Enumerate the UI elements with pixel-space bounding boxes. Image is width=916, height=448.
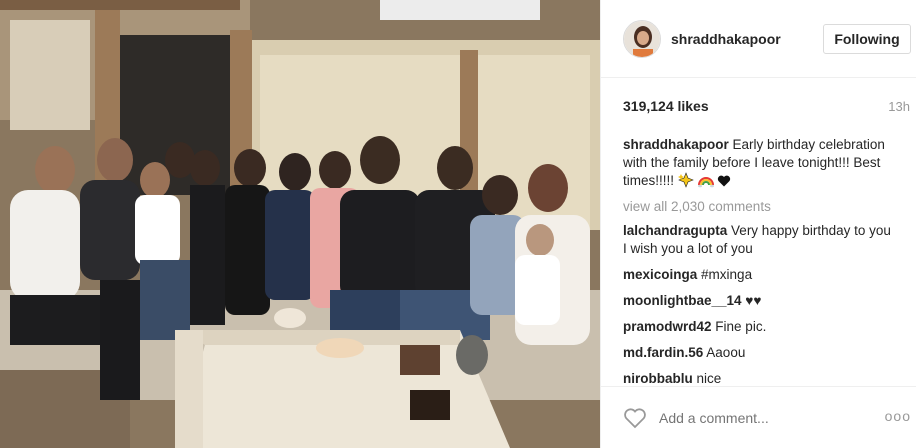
comment-username[interactable]: pramodwrd42 <box>623 319 712 334</box>
following-button[interactable]: Following <box>823 24 911 54</box>
likes-count[interactable]: 319,124 likes <box>623 98 709 114</box>
view-all-comments-link[interactable]: view all 2,030 comments <box>623 198 895 216</box>
comment-item: lalchandragupta Very happy birthday to y… <box>623 222 895 258</box>
comment-text: Fine pic. <box>715 319 767 334</box>
username-link[interactable]: shraddhakapoor <box>671 31 781 47</box>
comments-list: shraddhakapoor Early birthday celebratio… <box>623 136 895 396</box>
comment-username[interactable]: md.fardin.56 <box>623 345 703 360</box>
comment-text: ♥♥ <box>745 293 762 308</box>
sparkle-icon <box>677 172 694 188</box>
add-comment-input[interactable] <box>659 409 859 426</box>
comment-hashtag-link[interactable]: #mxinga <box>701 267 752 282</box>
add-comment-bar: ooo <box>601 386 916 448</box>
avatar[interactable] <box>623 19 661 58</box>
caption: shraddhakapoor Early birthday celebratio… <box>623 136 895 190</box>
comment-text: nice <box>696 371 722 386</box>
comment-username[interactable]: mexicoinga <box>623 267 697 282</box>
more-options-button[interactable]: ooo <box>885 408 911 424</box>
comment-username[interactable]: moonlightbae__14 <box>623 293 742 308</box>
post-header: shraddhakapoor Following <box>601 0 916 78</box>
like-heart-icon[interactable] <box>623 407 647 429</box>
comment-text: Aaoou <box>706 345 746 360</box>
comment-item: md.fardin.56 Aaoou <box>623 344 895 362</box>
post-sidebar: shraddhakapoor Following 319,124 likes 1… <box>600 0 916 448</box>
post-stats: 319,124 likes 13h <box>623 96 910 116</box>
instagram-post: shraddhakapoor Following 319,124 likes 1… <box>0 0 916 448</box>
black-heart-icon <box>718 175 731 187</box>
rainbow-icon <box>697 177 714 188</box>
comment-item: pramodwrd42 Fine pic. <box>623 318 895 336</box>
post-time[interactable]: 13h <box>888 99 910 114</box>
comment-item: mexicoinga #mxinga <box>623 266 895 284</box>
caption-username[interactable]: shraddhakapoor <box>623 137 729 152</box>
comment-username[interactable]: nirobbablu <box>623 371 693 386</box>
comment-item: moonlightbae__14 ♥♥ <box>623 292 895 310</box>
comment-username[interactable]: lalchandragupta <box>623 223 727 238</box>
avatar-image <box>624 20 660 57</box>
family-group-photo <box>0 0 600 448</box>
post-photo[interactable] <box>0 0 600 448</box>
